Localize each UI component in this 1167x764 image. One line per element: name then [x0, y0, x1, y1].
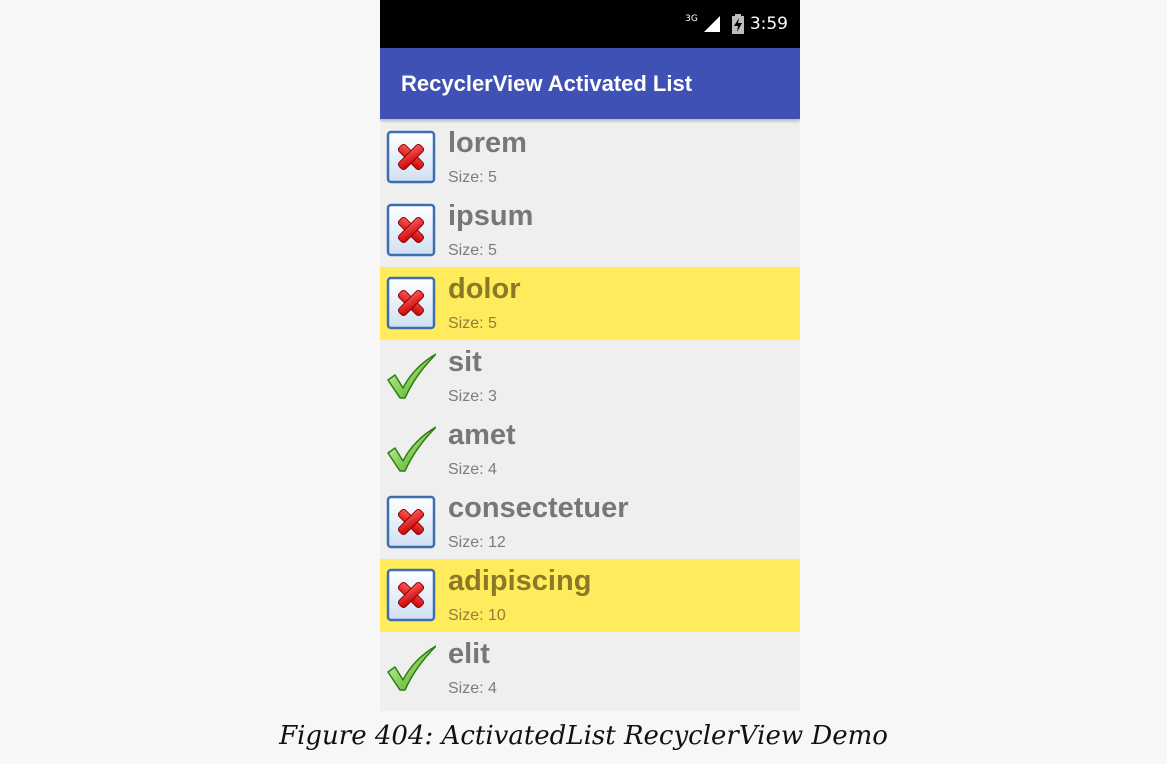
- cross-icon: [386, 202, 436, 258]
- status-bar: 3G 3:59: [380, 0, 800, 48]
- list-item[interactable]: sit Size: 3: [380, 340, 800, 413]
- list-item[interactable]: ipsum Size: 5: [380, 194, 800, 267]
- status-time: 3:59: [749, 14, 788, 34]
- app-title: RecyclerView Activated List: [401, 70, 693, 96]
- list-item[interactable]: consectetuer Size: 12: [380, 486, 800, 559]
- check-icon: [386, 421, 437, 477]
- cross-icon: [386, 129, 436, 185]
- app-bar: RecyclerView Activated List: [380, 48, 800, 119]
- cross-icon: [386, 494, 436, 550]
- list-item-title: dolor: [448, 273, 521, 305]
- cross-icon: [386, 275, 436, 331]
- list-item[interactable]: elit Size: 4: [380, 632, 800, 705]
- list-item[interactable]: amet Size: 4: [380, 413, 800, 486]
- list-item-title: adipiscing: [448, 565, 592, 597]
- list-item[interactable]: dolor Size: 5: [380, 267, 800, 340]
- check-icon: [386, 348, 437, 404]
- list-item-size: Size: 10: [448, 607, 506, 624]
- list-item-title: consectetuer: [448, 492, 629, 524]
- list-item-size: Size: 5: [448, 169, 497, 186]
- check-icon: [386, 640, 437, 696]
- list-item-title: elit: [448, 638, 490, 670]
- signal-icon: [703, 16, 720, 32]
- list-item-size: Size: 3: [448, 388, 497, 405]
- list-item-title: amet: [448, 419, 516, 451]
- cross-icon: [386, 567, 436, 623]
- phone-screen: 3G 3:59 RecyclerView Activated List lore…: [380, 0, 800, 711]
- list-item-title: lorem: [448, 127, 527, 159]
- list-item[interactable]: lorem Size: 5: [380, 121, 800, 194]
- list-item-size: Size: 5: [448, 242, 497, 259]
- list-item-size: Size: 4: [448, 680, 497, 697]
- list-item[interactable]: adipiscing Size: 10: [380, 559, 800, 632]
- recycler-list[interactable]: lorem Size: 5 ipsum Size: 5 dolor Size: 5 sit S…: [380, 121, 800, 705]
- list-item-title: ipsum: [448, 200, 534, 232]
- list-item-title: sit: [448, 346, 482, 378]
- list-item-size: Size: 5: [448, 315, 497, 332]
- list-item-size: Size: 12: [448, 534, 506, 551]
- network-type-label: 3G: [685, 13, 698, 24]
- battery-charging-icon: [731, 14, 744, 34]
- figure-caption: Figure 404: ActivatedList RecyclerView D…: [279, 721, 888, 751]
- list-item-size: Size: 4: [448, 461, 497, 478]
- status-indicators: 3G 3:59: [685, 12, 788, 36]
